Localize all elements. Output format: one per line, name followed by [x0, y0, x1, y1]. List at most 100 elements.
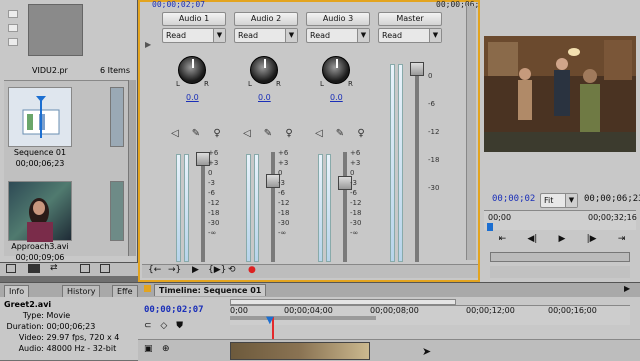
channel-1-mode-dropdown[interactable]: Read ▼	[162, 28, 226, 43]
preview-icon-2[interactable]	[8, 24, 18, 32]
info-audio-row: Audio: 48000 Hz - 32-bit	[4, 343, 119, 354]
channel-2-left-label: L	[248, 80, 252, 88]
scale-label: -6	[428, 100, 435, 108]
solo-icon[interactable]: ✎	[333, 128, 347, 139]
timeline-ruler[interactable]: 0;00 00;00;04;00 00;00;08;00 00;00;12;00…	[230, 305, 630, 325]
channel-3-pan-knob[interactable]	[322, 56, 350, 84]
work-area-bar[interactable]	[230, 316, 376, 320]
step-forward-icon[interactable]: |▶	[587, 234, 597, 248]
scale-label: -∞	[278, 229, 287, 237]
project-item-partial[interactable]	[110, 87, 124, 147]
preview-icon-1[interactable]	[8, 10, 18, 18]
new-bin-icon[interactable]	[100, 264, 110, 273]
play-button-icon[interactable]: ▶	[559, 234, 566, 248]
automate-icon[interactable]: ⇄	[50, 263, 58, 273]
master-scale: 0 -6 -12 -18 -30	[428, 62, 439, 202]
info-video-label: Video:	[18, 333, 44, 342]
go-to-out-icon[interactable]: →}	[168, 265, 181, 275]
monitor-jog-shuttle[interactable]	[490, 252, 630, 262]
panel-menu-icon[interactable]: ▶	[624, 284, 630, 293]
track-lock-icon[interactable]: ⊕	[162, 344, 170, 354]
list-view-icon[interactable]	[6, 264, 16, 273]
scale-label: 0	[428, 72, 433, 80]
track-eye-icon[interactable]: ▣	[144, 344, 153, 354]
channel-3-name[interactable]: Audio 3	[306, 12, 370, 26]
record-mic-icon[interactable]: ♀	[210, 128, 224, 139]
record-mic-icon[interactable]: ♀	[282, 128, 296, 139]
project-preview-icons	[8, 10, 22, 52]
channel-1-pan-value[interactable]: 0.0	[186, 93, 199, 102]
sequence-marker-icon[interactable]: ⛊	[176, 321, 183, 331]
master-mode-dropdown[interactable]: Read ▼	[378, 28, 442, 43]
channel-1-pan-knob[interactable]	[178, 56, 206, 84]
monitor-current-time[interactable]: 00;00;02	[492, 194, 535, 204]
mark-in-icon[interactable]: ⇤	[499, 234, 507, 248]
mixer-scrollbar[interactable]	[466, 6, 476, 260]
record-icon[interactable]: ●	[248, 265, 256, 275]
monitor-zoom-dropdown[interactable]: Fit ▼	[540, 193, 578, 208]
timeline-current-time[interactable]: 00;00;02;07	[144, 305, 204, 315]
channel-1-meter-left	[176, 154, 181, 262]
loop-icon[interactable]: ⟲	[228, 265, 236, 275]
monitor-transport: ⇤ ◀| ▶ |▶ ⇥	[488, 234, 636, 248]
monitor-ruler-start: 00;00	[488, 213, 512, 222]
mark-out-icon[interactable]: ⇥	[618, 234, 626, 248]
channel-3-pan-value[interactable]: 0.0	[330, 93, 343, 102]
tab-effects[interactable]: Effe	[112, 285, 138, 297]
record-mic-icon[interactable]: ♀	[354, 128, 368, 139]
mixer-current-time[interactable]: 00;00;02;07	[152, 0, 205, 9]
tab-info[interactable]: Info	[4, 285, 30, 297]
step-back-icon[interactable]: ◀|	[527, 234, 537, 248]
monitor-zoom: Fit	[544, 196, 554, 205]
project-item-approach3[interactable]: Approach3.avi 00;00;09;06	[8, 181, 72, 263]
channel-1-meter-right	[184, 154, 189, 262]
channel-3-mode-dropdown[interactable]: Read ▼	[306, 28, 370, 43]
play-icon[interactable]: ▶	[192, 265, 199, 275]
channel-1-name[interactable]: Audio 1	[162, 12, 226, 26]
tab-timeline-sequence-01[interactable]: Timeline: Sequence 01	[154, 284, 267, 296]
channel-1-buttons: ◁ ✎ ♀	[168, 128, 224, 139]
find-icon[interactable]	[80, 264, 90, 273]
ruler-label: 00;00;16;00	[548, 306, 597, 315]
monitor-ruler[interactable]: 00;00 00;00;32;16	[484, 210, 637, 231]
monitor-playhead[interactable]	[487, 223, 493, 231]
project-bin: Sequence 01 00;00;06;23 Approach3.avi 00…	[4, 80, 128, 262]
info-video-row: Video: 29.97 fps, 720 x 4	[4, 332, 119, 343]
channel-2-pan-knob[interactable]	[250, 56, 278, 84]
channel-2-mode-dropdown[interactable]: Read ▼	[234, 28, 298, 43]
channel-2-fader-track	[271, 152, 275, 262]
tab-history[interactable]: History	[62, 285, 101, 297]
play-in-to-out-icon[interactable]: {▶}	[208, 265, 226, 275]
channel-2-pan-value[interactable]: 0.0	[258, 93, 271, 102]
go-to-in-icon[interactable]: {←	[148, 265, 161, 275]
channel-2-name[interactable]: Audio 2	[234, 12, 298, 26]
monitor-ruler-end: 00;00;32;16	[588, 213, 637, 222]
solo-icon[interactable]: ✎	[189, 128, 203, 139]
project-scrollbar[interactable]	[128, 80, 136, 256]
channel-2-right-label: R	[276, 80, 281, 88]
master-mode: Read	[382, 31, 403, 40]
mute-icon[interactable]: ◁	[168, 128, 182, 139]
solo-icon[interactable]: ✎	[261, 128, 275, 139]
channel-1-right-label: R	[204, 80, 209, 88]
project-item-count: 6 Items	[100, 66, 131, 75]
scale-label: -18	[428, 156, 440, 164]
channel-1-mode: Read	[166, 31, 187, 40]
master-meter-right	[398, 64, 403, 262]
preview-icon-3[interactable]	[8, 38, 18, 46]
snap-icon[interactable]: ⊂	[144, 321, 152, 331]
project-item-sequence[interactable]: Sequence 01 00;00;06;23	[8, 87, 72, 169]
panel-gripper-icon[interactable]	[144, 285, 151, 292]
playhead-marker-icon[interactable]: ▼	[266, 315, 274, 326]
master-name[interactable]: Master	[378, 12, 442, 26]
icon-view-icon[interactable]	[28, 264, 40, 273]
video-clip[interactable]	[230, 342, 370, 360]
set-marker-icon[interactable]: ◇	[160, 321, 167, 331]
mute-icon[interactable]: ◁	[312, 128, 326, 139]
project-item-partial-2[interactable]	[110, 181, 124, 241]
expand-arrow-icon[interactable]: ▶	[145, 40, 151, 49]
mute-icon[interactable]: ◁	[240, 128, 254, 139]
project-preview-thumbnail	[28, 4, 83, 56]
info-content: Greet2.avi Type: Movie Duration: 00;00;0…	[4, 299, 119, 354]
master-fader[interactable]	[410, 62, 424, 76]
